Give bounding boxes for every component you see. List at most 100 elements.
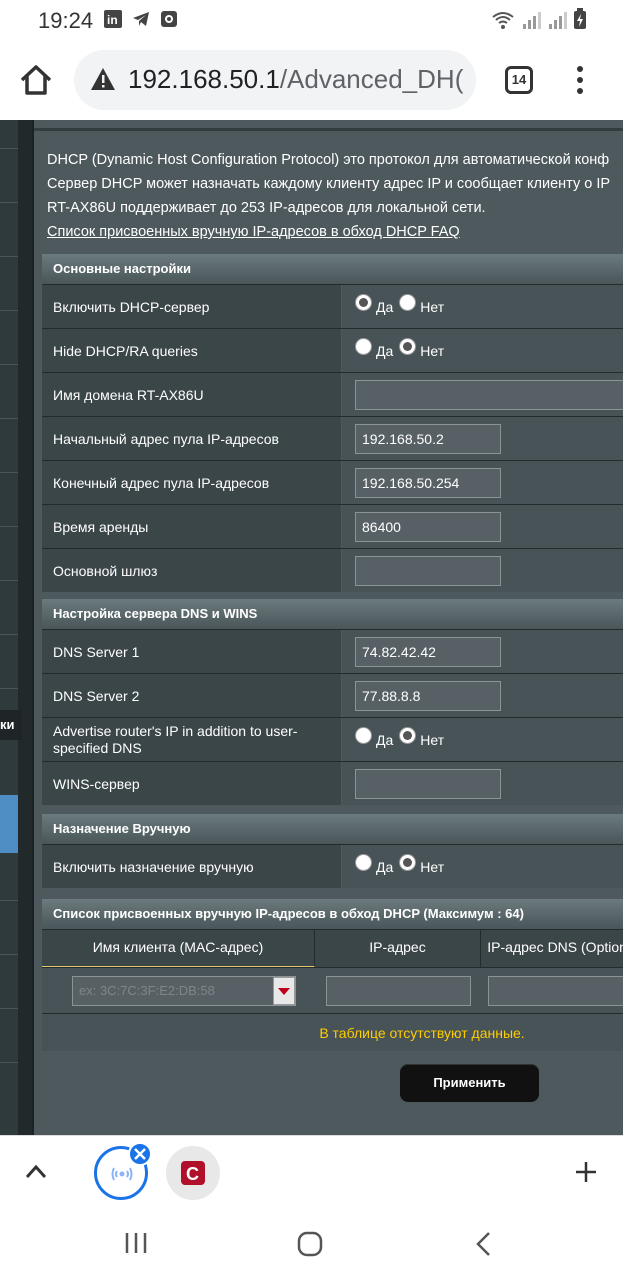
wins-input[interactable] <box>355 768 501 799</box>
gateway-label: Основной шлюз <box>42 549 341 592</box>
dhcp-enable-yes-radio[interactable]: Да <box>355 294 393 315</box>
dns2-label: DNS Server 2 <box>42 674 341 717</box>
client-dropdown-button[interactable] <box>273 977 295 1005</box>
ip-address-input[interactable] <box>326 976 471 1006</box>
domain-input[interactable] <box>355 379 623 410</box>
domain-row: Имя домена RT-AX86U <box>42 372 623 416</box>
manual-list-section: Список присвоенных вручную IP-адресов в … <box>42 899 623 1051</box>
basic-settings-section: Основные настройки Включить DHCP-сервер … <box>42 254 623 592</box>
dns1-label: DNS Server 1 <box>42 630 341 673</box>
dhcp-enable-label: Включить DHCP-сервер <box>42 285 341 328</box>
col-dns-header: IP-адрес DNS (Optiona <box>481 930 623 967</box>
dns2-row: DNS Server 2 77.88.8.8 <box>42 673 623 717</box>
url-host: 192.168.50.1 <box>128 64 280 94</box>
linkedin-icon: in <box>104 10 122 28</box>
empty-table-message: В таблице отсутствуют данные. <box>42 1013 623 1051</box>
description-line-2: Сервер DHCP может назначать каждому клие… <box>47 176 611 192</box>
pool-start-input[interactable]: 192.168.50.2 <box>355 423 501 454</box>
router-tab-icon <box>111 1167 133 1181</box>
gateway-input[interactable] <box>355 555 501 586</box>
dns-wins-title: Настройка сервера DNS и WINS <box>42 599 623 629</box>
system-navigation-bar <box>0 1207 623 1280</box>
tab-switcher-button[interactable]: 14 <box>505 66 533 94</box>
lease-input[interactable]: 86400 <box>355 511 501 542</box>
left-menu-selected-item[interactable] <box>0 795 18 853</box>
manual-list-input-row: ex: 3C:7C:3F:E2:DB:58 <box>42 967 623 1013</box>
manual-enable-yes-radio[interactable]: Да <box>355 854 393 875</box>
close-tab-button[interactable] <box>128 1142 152 1166</box>
screen-record-icon <box>161 11 177 27</box>
pool-end-label: Конечный адрес пула IP-адресов <box>42 461 341 504</box>
hide-dhcp-no-radio[interactable]: Нет <box>399 338 444 359</box>
back-nav-icon[interactable] <box>474 1231 494 1257</box>
url-path: /Advanced_DH( <box>279 64 464 94</box>
manual-enable-label: Включить назначение вручную <box>42 845 341 888</box>
home-nav-icon[interactable] <box>297 1231 323 1257</box>
mac-address-input[interactable]: ex: 3C:7C:3F:E2:DB:58 <box>72 976 296 1006</box>
manual-enable-row: Включить назначение вручную Да Нет <box>42 844 623 888</box>
dhcp-enable-row: Включить DHCP-сервер Да Нет <box>42 284 623 328</box>
hide-dhcp-label: Hide DHCP/RA queries <box>42 329 341 372</box>
wins-row: WINS-сервер <box>42 761 623 805</box>
address-bar[interactable]: 192.168.50.1/Advanced_DH( <box>74 50 476 110</box>
pool-end-row: Конечный адрес пула IP-адресов 192.168.5… <box>42 460 623 504</box>
main-content: DHCP (Dynamic Host Configuration Protoco… <box>32 120 623 1135</box>
apply-button[interactable]: Применить <box>400 1064 539 1102</box>
lease-row: Время аренды 86400 <box>42 504 623 548</box>
signal-icon-2 <box>549 12 567 29</box>
manual-enable-no-radio[interactable]: Нет <box>399 854 444 875</box>
col-ip-header: IP-адрес <box>315 930 481 967</box>
overflow-menu-icon[interactable] <box>572 64 588 96</box>
status-bar: 19:24 in <box>0 0 623 40</box>
left-menu-panel[interactable] <box>0 120 18 1135</box>
manual-list-header: Имя клиента (MAC-адрес) IP-адрес IP-адре… <box>42 929 623 967</box>
dhcp-faq-link[interactable]: Список присвоенных вручную IP-адресов в … <box>47 224 460 240</box>
recent-apps-icon[interactable] <box>124 1231 148 1255</box>
close-icon <box>134 1148 146 1160</box>
dhcp-enable-no-radio[interactable]: Нет <box>399 294 444 315</box>
description-line-3: RT-AX86U поддерживает до 253 IP-адресов … <box>47 200 486 216</box>
advertise-label: Advertise router's IP in addition to use… <box>42 718 341 761</box>
pool-start-label: Начальный адрес пула IP-адресов <box>42 417 341 460</box>
bottom-tab-strip: C <box>0 1135 623 1207</box>
home-icon[interactable] <box>18 62 54 98</box>
battery-icon <box>574 8 586 29</box>
second-tab-thumbnail[interactable]: C <box>166 1146 220 1200</box>
telegram-icon <box>133 12 149 26</box>
advertise-row: Advertise router's IP in addition to use… <box>42 717 623 761</box>
signal-icon <box>523 12 541 29</box>
new-tab-plus-icon[interactable] <box>574 1160 598 1184</box>
dhcp-description: DHCP (Dynamic Host Configuration Protoco… <box>47 148 623 244</box>
dns1-input[interactable]: 74.82.42.42 <box>355 636 501 667</box>
left-menu-label[interactable]: ки <box>0 710 22 740</box>
manual-assignment-title: Назначение Вручную <box>42 814 623 844</box>
url-text[interactable]: 192.168.50.1/Advanced_DH( <box>128 64 463 95</box>
dropdown-arrow-icon <box>278 988 290 995</box>
col-client-header: Имя клиента (MAC-адрес) <box>42 930 315 967</box>
browser-toolbar: 192.168.50.1/Advanced_DH( 14 <box>0 40 623 120</box>
manual-assignment-section: Назначение Вручную Включить назначение в… <box>42 814 623 888</box>
not-secure-warning-icon[interactable] <box>90 67 116 91</box>
advertise-no-radio[interactable]: Нет <box>399 727 444 748</box>
lease-label: Время аренды <box>42 505 341 548</box>
hide-dhcp-row: Hide DHCP/RA queries Да Нет <box>42 328 623 372</box>
hide-dhcp-yes-radio[interactable]: Да <box>355 338 393 359</box>
pool-end-input[interactable]: 192.168.50.254 <box>355 467 501 498</box>
advertise-yes-radio[interactable]: Да <box>355 727 393 748</box>
pool-start-row: Начальный адрес пула IP-адресов 192.168.… <box>42 416 623 460</box>
wins-label: WINS-сервер <box>42 762 341 805</box>
basic-settings-title: Основные настройки <box>42 254 623 284</box>
dns-wins-section: Настройка сервера DNS и WINS DNS Server … <box>42 599 623 805</box>
status-time: 19:24 <box>38 8 94 33</box>
gateway-row: Основной шлюз <box>42 548 623 592</box>
svg-text:in: in <box>107 13 118 27</box>
chevron-up-icon[interactable] <box>24 1162 48 1180</box>
c-app-icon: C <box>181 1161 205 1185</box>
wifi-icon <box>492 12 514 29</box>
manual-list-title: Список присвоенных вручную IP-адресов в … <box>42 899 623 929</box>
dns1-row: DNS Server 1 74.82.42.42 <box>42 629 623 673</box>
svg-text:C: C <box>186 1164 199 1184</box>
dns2-input[interactable]: 77.88.8.8 <box>355 680 501 711</box>
domain-label: Имя домена RT-AX86U <box>42 373 341 416</box>
dns-address-input[interactable] <box>488 976 623 1006</box>
